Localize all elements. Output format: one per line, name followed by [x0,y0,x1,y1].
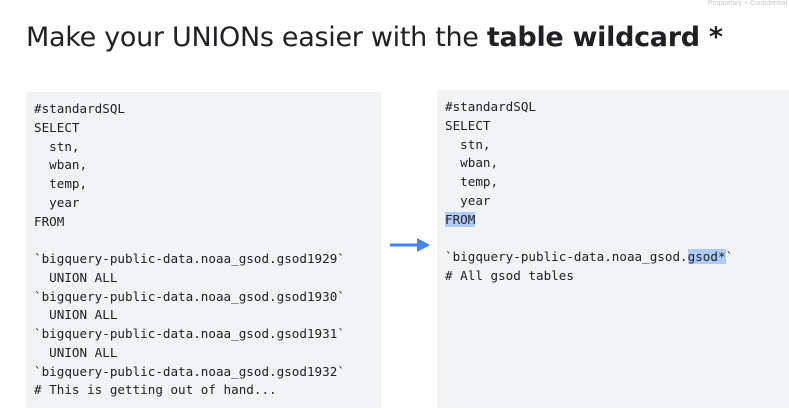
table-prefix: `bigquery-public-data.noaa_gsod. [445,249,688,264]
code-line: `bigquery-public-data.noaa_gsod.gsod1929… [34,251,345,266]
code-line: wban, [445,155,499,171]
slide-title: Make your UNIONs easier with the table w… [26,22,723,53]
highlighted-table-wildcard: gsod* [687,249,726,264]
code-line-from: FROM [445,211,789,230]
left-code-panel: #standardSQL SELECT stn, wban, temp, yea… [26,92,381,408]
code-line: UNION ALL [34,269,118,285]
code-line: year [445,192,491,208]
title-bold: table wildcard * [486,22,723,53]
right-code-panel: #standardSQL SELECT stn, wban, temp, yea… [437,90,789,408]
code-line: `bigquery-public-data.noaa_gsod.gsod1932… [34,363,345,379]
table-suffix: ` [725,249,734,264]
code-line: `bigquery-public-data.noaa_gsod.gsod1931… [34,326,345,341]
code-line: #standardSQL [445,99,536,114]
code-line: stn, [34,138,80,154]
code-line: UNION ALL [34,307,118,323]
code-line: temp, [34,176,88,191]
code-line: FROM [34,213,65,229]
code-line: stn, [445,136,491,152]
code-line-table: `bigquery-public-data.noaa_gsod.gsod*` [445,248,789,267]
code-line: UNION ALL [34,344,118,360]
code-comment: # All gsod tables [445,267,574,283]
highlighted-from-keyword: FROM [445,211,476,227]
title-prefix: Make your UNIONs easier with the [26,22,487,53]
code-line: SELECT [445,117,491,133]
code-line: wban, [34,157,88,173]
code-line: temp, [445,174,499,189]
right-arrow-icon [390,238,430,252]
code-line: year [34,194,80,210]
code-line: # This is getting out of hand... [34,382,277,398]
code-line: SELECT [34,119,80,135]
code-line: #standardSQL [34,101,125,116]
watermark: Proprietary + Confidential [707,0,787,7]
code-line: `bigquery-public-data.noaa_gsod.gsod1930… [34,288,345,304]
